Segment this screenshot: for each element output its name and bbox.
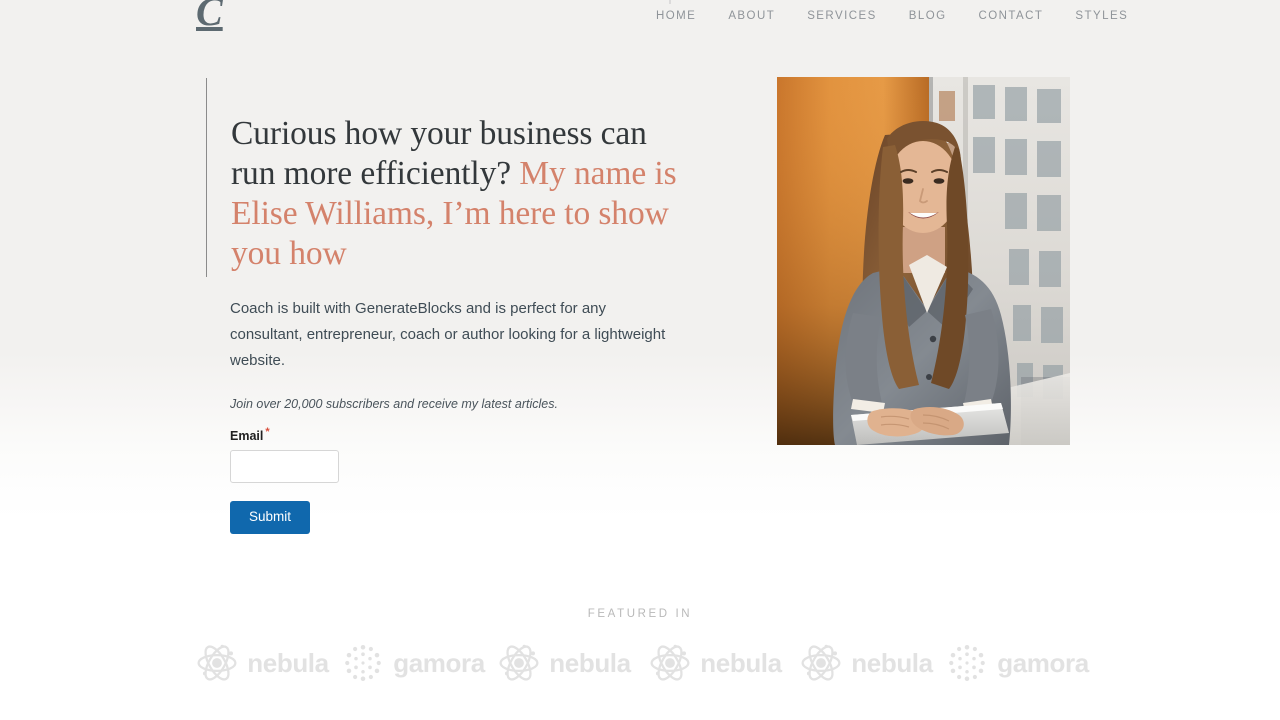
featured-in-title: FEATURED IN bbox=[587, 608, 693, 620]
featured-logo-nebula-4: nebula bbox=[791, 642, 942, 684]
featured-logo-name: gamora bbox=[393, 648, 485, 678]
hero-section: Curious how your business can run more e… bbox=[0, 0, 1280, 600]
page-title: Curious how your business can run more e… bbox=[231, 78, 686, 274]
hero-subscriber-note: Join over 20,000 subscribers and receive… bbox=[230, 397, 558, 411]
hero-text-column: Curious how your business can run more e… bbox=[206, 78, 686, 413]
hero-description: Coach is built with GenerateBlocks and i… bbox=[230, 300, 666, 369]
featured-logo-name: nebula bbox=[700, 648, 782, 678]
featured-logo-nebula-2: nebula bbox=[489, 642, 640, 684]
atom-icon bbox=[498, 642, 540, 684]
dot-circle-icon bbox=[946, 642, 988, 684]
headline-accent-rule: Curious how your business can run more e… bbox=[206, 78, 686, 277]
submit-button[interactable]: Submit bbox=[230, 501, 311, 534]
featured-logo-name: nebula bbox=[247, 648, 329, 678]
email-field[interactable] bbox=[230, 450, 339, 484]
atom-icon bbox=[196, 642, 238, 684]
featured-in-section: FEATURED IN nebula gamora nebula nebula … bbox=[0, 608, 1280, 684]
featured-logo-name: gamora bbox=[997, 648, 1089, 678]
featured-logo-gamora-2: gamora bbox=[942, 642, 1093, 684]
hero-portrait-image bbox=[777, 77, 1070, 445]
newsletter-signup-form: Email * Submit bbox=[230, 426, 590, 534]
atom-icon bbox=[800, 642, 842, 684]
dot-circle-icon bbox=[342, 642, 384, 684]
landing-page: C HOME ABOUT SERVICES BLOG CONTACT STYLE… bbox=[0, 0, 1280, 720]
featured-logo-nebula-1: nebula bbox=[187, 642, 338, 684]
required-asterisk: * bbox=[265, 426, 270, 438]
featured-logo-nebula-3: nebula bbox=[640, 642, 791, 684]
email-label: Email * bbox=[230, 426, 590, 443]
email-label-text: Email bbox=[230, 429, 264, 444]
featured-logo-name: nebula bbox=[549, 648, 631, 678]
featured-logo-gamora-1: gamora bbox=[338, 642, 489, 684]
featured-logo-row: nebula gamora nebula nebula nebula gamor… bbox=[0, 642, 1280, 684]
atom-icon bbox=[649, 642, 691, 684]
featured-logo-name: nebula bbox=[851, 648, 933, 678]
